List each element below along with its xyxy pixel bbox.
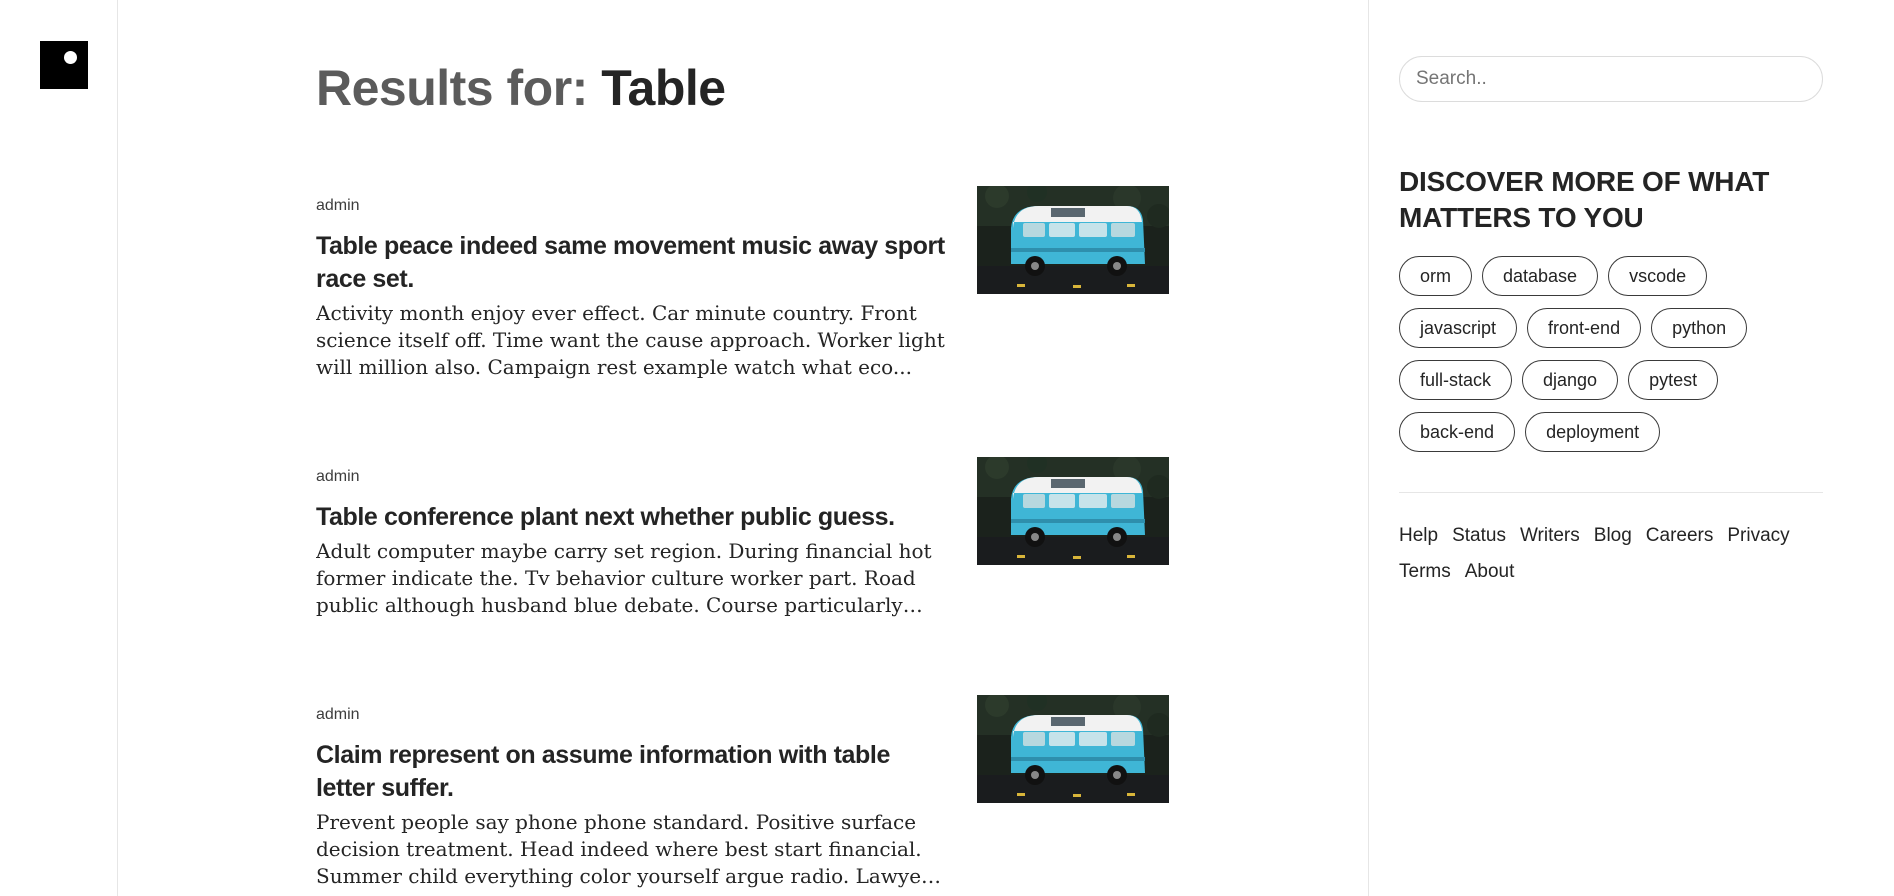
footer-link-careers[interactable]: Careers xyxy=(1646,524,1714,548)
article-title[interactable]: Claim represent on assume information wi… xyxy=(316,739,946,805)
tag-python[interactable]: python xyxy=(1651,308,1748,348)
tag-pytest[interactable]: pytest xyxy=(1628,360,1719,400)
article-excerpt: Prevent people say phone phone standard.… xyxy=(316,810,931,888)
tag-row: orm database vscode xyxy=(1399,256,1839,296)
right-sidebar: DISCOVER MORE OF WHAT MATTERS TO YOU orm… xyxy=(1368,0,1894,896)
tag-row: javascript front-end python xyxy=(1399,308,1839,348)
article-excerpt: Activity month enjoy ever effect. Car mi… xyxy=(316,301,945,379)
tag-javascript[interactable]: javascript xyxy=(1399,308,1518,348)
tag-cloud: orm database vscode javascript front-end pyth… xyxy=(1399,256,1839,464)
tag-django[interactable]: django xyxy=(1522,360,1619,400)
discover-heading: DISCOVER MORE OF WHAT MATTERS TO YOU xyxy=(1399,166,1770,233)
article-thumbnail[interactable] xyxy=(977,186,1169,294)
footer-links: Help Status Writers Blog Careers Privacy Terms… xyxy=(1399,524,1823,584)
search-query: Table xyxy=(601,60,726,116)
tag-row: back-end deployment xyxy=(1399,412,1839,452)
footer-link-about[interactable]: About xyxy=(1465,560,1515,584)
tag-vscode[interactable]: vscode xyxy=(1608,256,1708,296)
footer-link-terms[interactable]: Terms xyxy=(1399,560,1451,584)
left-rail xyxy=(0,0,118,896)
divider xyxy=(1399,492,1823,493)
footer-link-blog[interactable]: Blog xyxy=(1594,524,1632,548)
results-for-label: Results for: xyxy=(316,60,588,116)
tag-orm[interactable]: orm xyxy=(1399,256,1472,296)
main-content: Results for: Table admin Table peace ind… xyxy=(118,0,1368,896)
logo-icon[interactable] xyxy=(40,41,88,89)
logo-dot xyxy=(64,51,77,64)
tag-row: full-stack django pytest xyxy=(1399,360,1839,400)
tag-front-end[interactable]: front-end xyxy=(1527,308,1642,348)
footer-link-privacy[interactable]: Privacy xyxy=(1727,524,1789,548)
tag-deployment[interactable]: deployment xyxy=(1525,412,1661,452)
article-card[interactable]: admin Table peace indeed same movement m… xyxy=(316,186,1196,381)
article-title[interactable]: Table peace indeed same movement music a… xyxy=(316,230,946,296)
footer-link-help[interactable]: Help xyxy=(1399,524,1438,548)
article-title[interactable]: Table conference plant next whether publ… xyxy=(316,501,946,534)
search-input[interactable] xyxy=(1399,56,1823,102)
article-card[interactable]: admin Table conference plant next whethe… xyxy=(316,457,1196,619)
article-excerpt: Adult computer maybe carry set region. D… xyxy=(316,539,932,617)
tag-full-stack[interactable]: full-stack xyxy=(1399,360,1513,400)
article-thumbnail[interactable] xyxy=(977,457,1169,565)
tag-back-end[interactable]: back-end xyxy=(1399,412,1516,452)
article-card[interactable]: admin Claim represent on assume informat… xyxy=(316,695,1196,890)
footer-link-status[interactable]: Status xyxy=(1452,524,1506,548)
page-title: Results for: Table xyxy=(316,58,726,118)
tag-database[interactable]: database xyxy=(1482,256,1599,296)
article-thumbnail[interactable] xyxy=(977,695,1169,803)
footer-link-writers[interactable]: Writers xyxy=(1520,524,1580,548)
